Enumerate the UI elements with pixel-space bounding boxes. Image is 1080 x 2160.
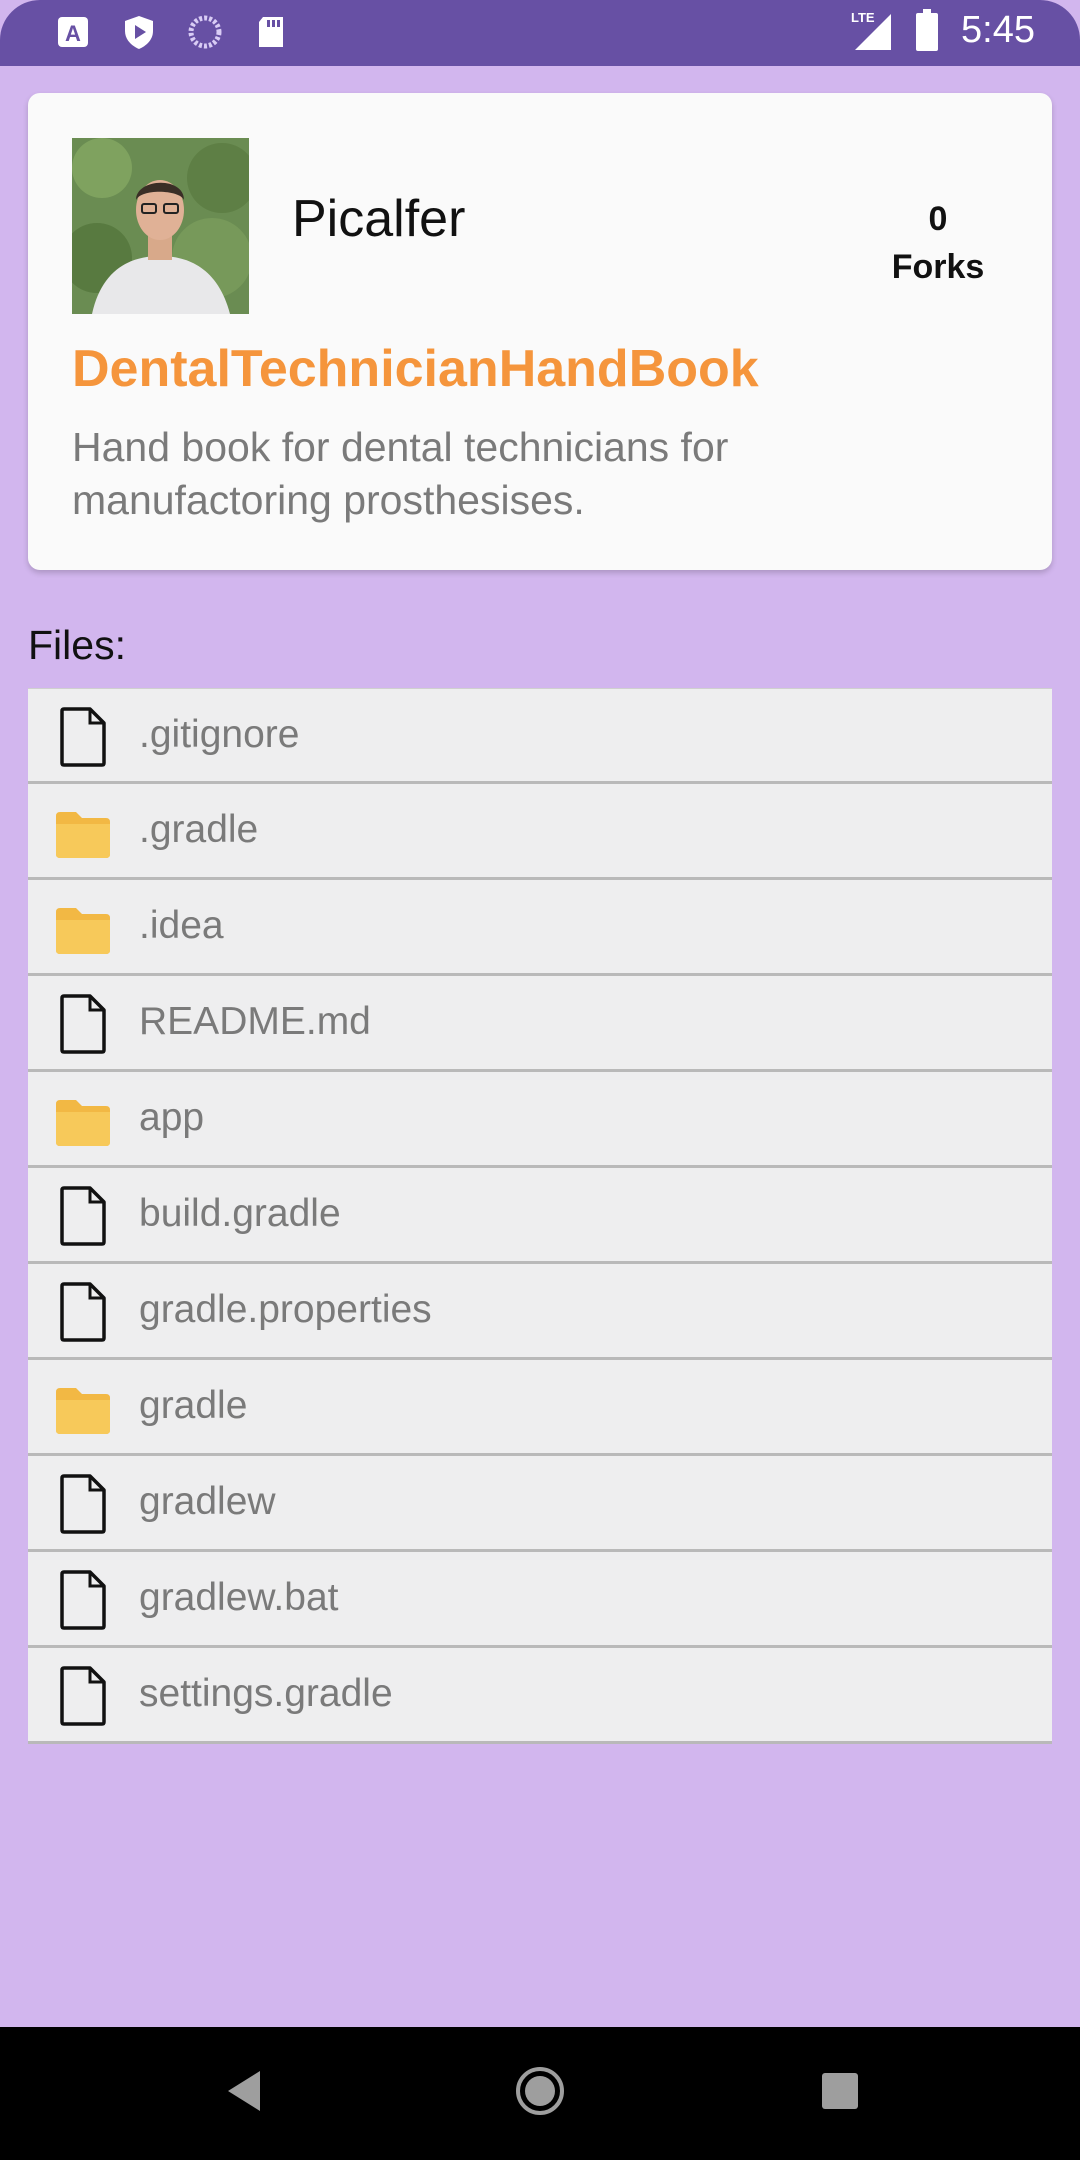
file-icon — [60, 1186, 106, 1246]
folder-icon — [56, 812, 110, 858]
status-bar: A LTE 5:45 — [0, 0, 1080, 66]
forks-count: 0 — [928, 200, 948, 238]
navigation-bar — [0, 2027, 1080, 2160]
sd-card-icon — [259, 17, 283, 47]
avatar[interactable] — [72, 138, 249, 314]
forks-label: Forks — [891, 248, 985, 286]
folder-icon — [56, 908, 110, 954]
file-row-idea[interactable]: .idea — [28, 880, 1052, 976]
file-name: README.md — [139, 1000, 371, 1043]
repo-name[interactable]: DentalTechnicianHandBook — [72, 339, 759, 399]
play-protect-icon — [125, 16, 153, 49]
file-list: .gitignore .gradle .idea README.md app b… — [28, 688, 1052, 1744]
file-row-settings-gradle[interactable]: settings.gradle — [28, 1648, 1052, 1744]
home-icon[interactable] — [512, 2063, 568, 2119]
file-row-gradle[interactable]: gradle — [28, 1360, 1052, 1456]
file-row-app[interactable]: app — [28, 1072, 1052, 1168]
folder-icon — [56, 1100, 110, 1146]
file-row-readme[interactable]: README.md — [28, 976, 1052, 1072]
file-name: gradlew — [139, 1480, 276, 1523]
file-icon — [60, 707, 106, 767]
files-heading: Files: — [28, 622, 126, 668]
repo-description: Hand book for dental technicians for man… — [72, 424, 729, 523]
file-row-gitignore[interactable]: .gitignore — [28, 688, 1052, 784]
file-row-build-gradle[interactable]: build.gradle — [28, 1168, 1052, 1264]
owner-name[interactable]: Picalfer — [292, 189, 465, 249]
file-icon — [60, 994, 106, 1054]
file-name: settings.gradle — [139, 1672, 393, 1715]
file-row-gradlew[interactable]: gradlew — [28, 1456, 1052, 1552]
file-name: gradle — [139, 1384, 248, 1427]
file-icon — [60, 1570, 106, 1630]
file-name: app — [139, 1096, 205, 1139]
file-name: gradlew.bat — [139, 1576, 339, 1619]
accessibility-a-icon: A — [58, 17, 88, 47]
recents-icon[interactable] — [816, 2063, 866, 2119]
loading-circle-icon — [188, 15, 222, 49]
file-icon — [60, 1666, 106, 1726]
clock: 5:45 — [961, 8, 1035, 51]
folder-icon — [56, 1388, 110, 1434]
file-icon — [60, 1282, 106, 1342]
file-row-gradle-dir[interactable]: .gradle — [28, 784, 1052, 880]
lte-signal-icon: LTE — [851, 10, 892, 50]
file-row-gradlew-bat[interactable]: gradlew.bat — [28, 1552, 1052, 1648]
back-icon[interactable] — [220, 2063, 270, 2119]
file-name: gradle.properties — [139, 1288, 432, 1331]
file-name: .idea — [139, 904, 224, 947]
file-icon — [60, 1474, 106, 1534]
file-row-gradle-properties[interactable]: gradle.properties — [28, 1264, 1052, 1360]
forks-counter: 0 Forks — [878, 195, 998, 291]
file-name: .gradle — [139, 808, 259, 851]
network-type: LTE — [851, 10, 875, 25]
svg-text:A: A — [65, 21, 81, 46]
file-name: build.gradle — [139, 1192, 341, 1235]
file-name: .gitignore — [139, 713, 300, 756]
battery-icon — [916, 9, 939, 51]
repo-card: Picalfer 0 Forks DentalTechnicianHandBoo… — [28, 93, 1052, 570]
